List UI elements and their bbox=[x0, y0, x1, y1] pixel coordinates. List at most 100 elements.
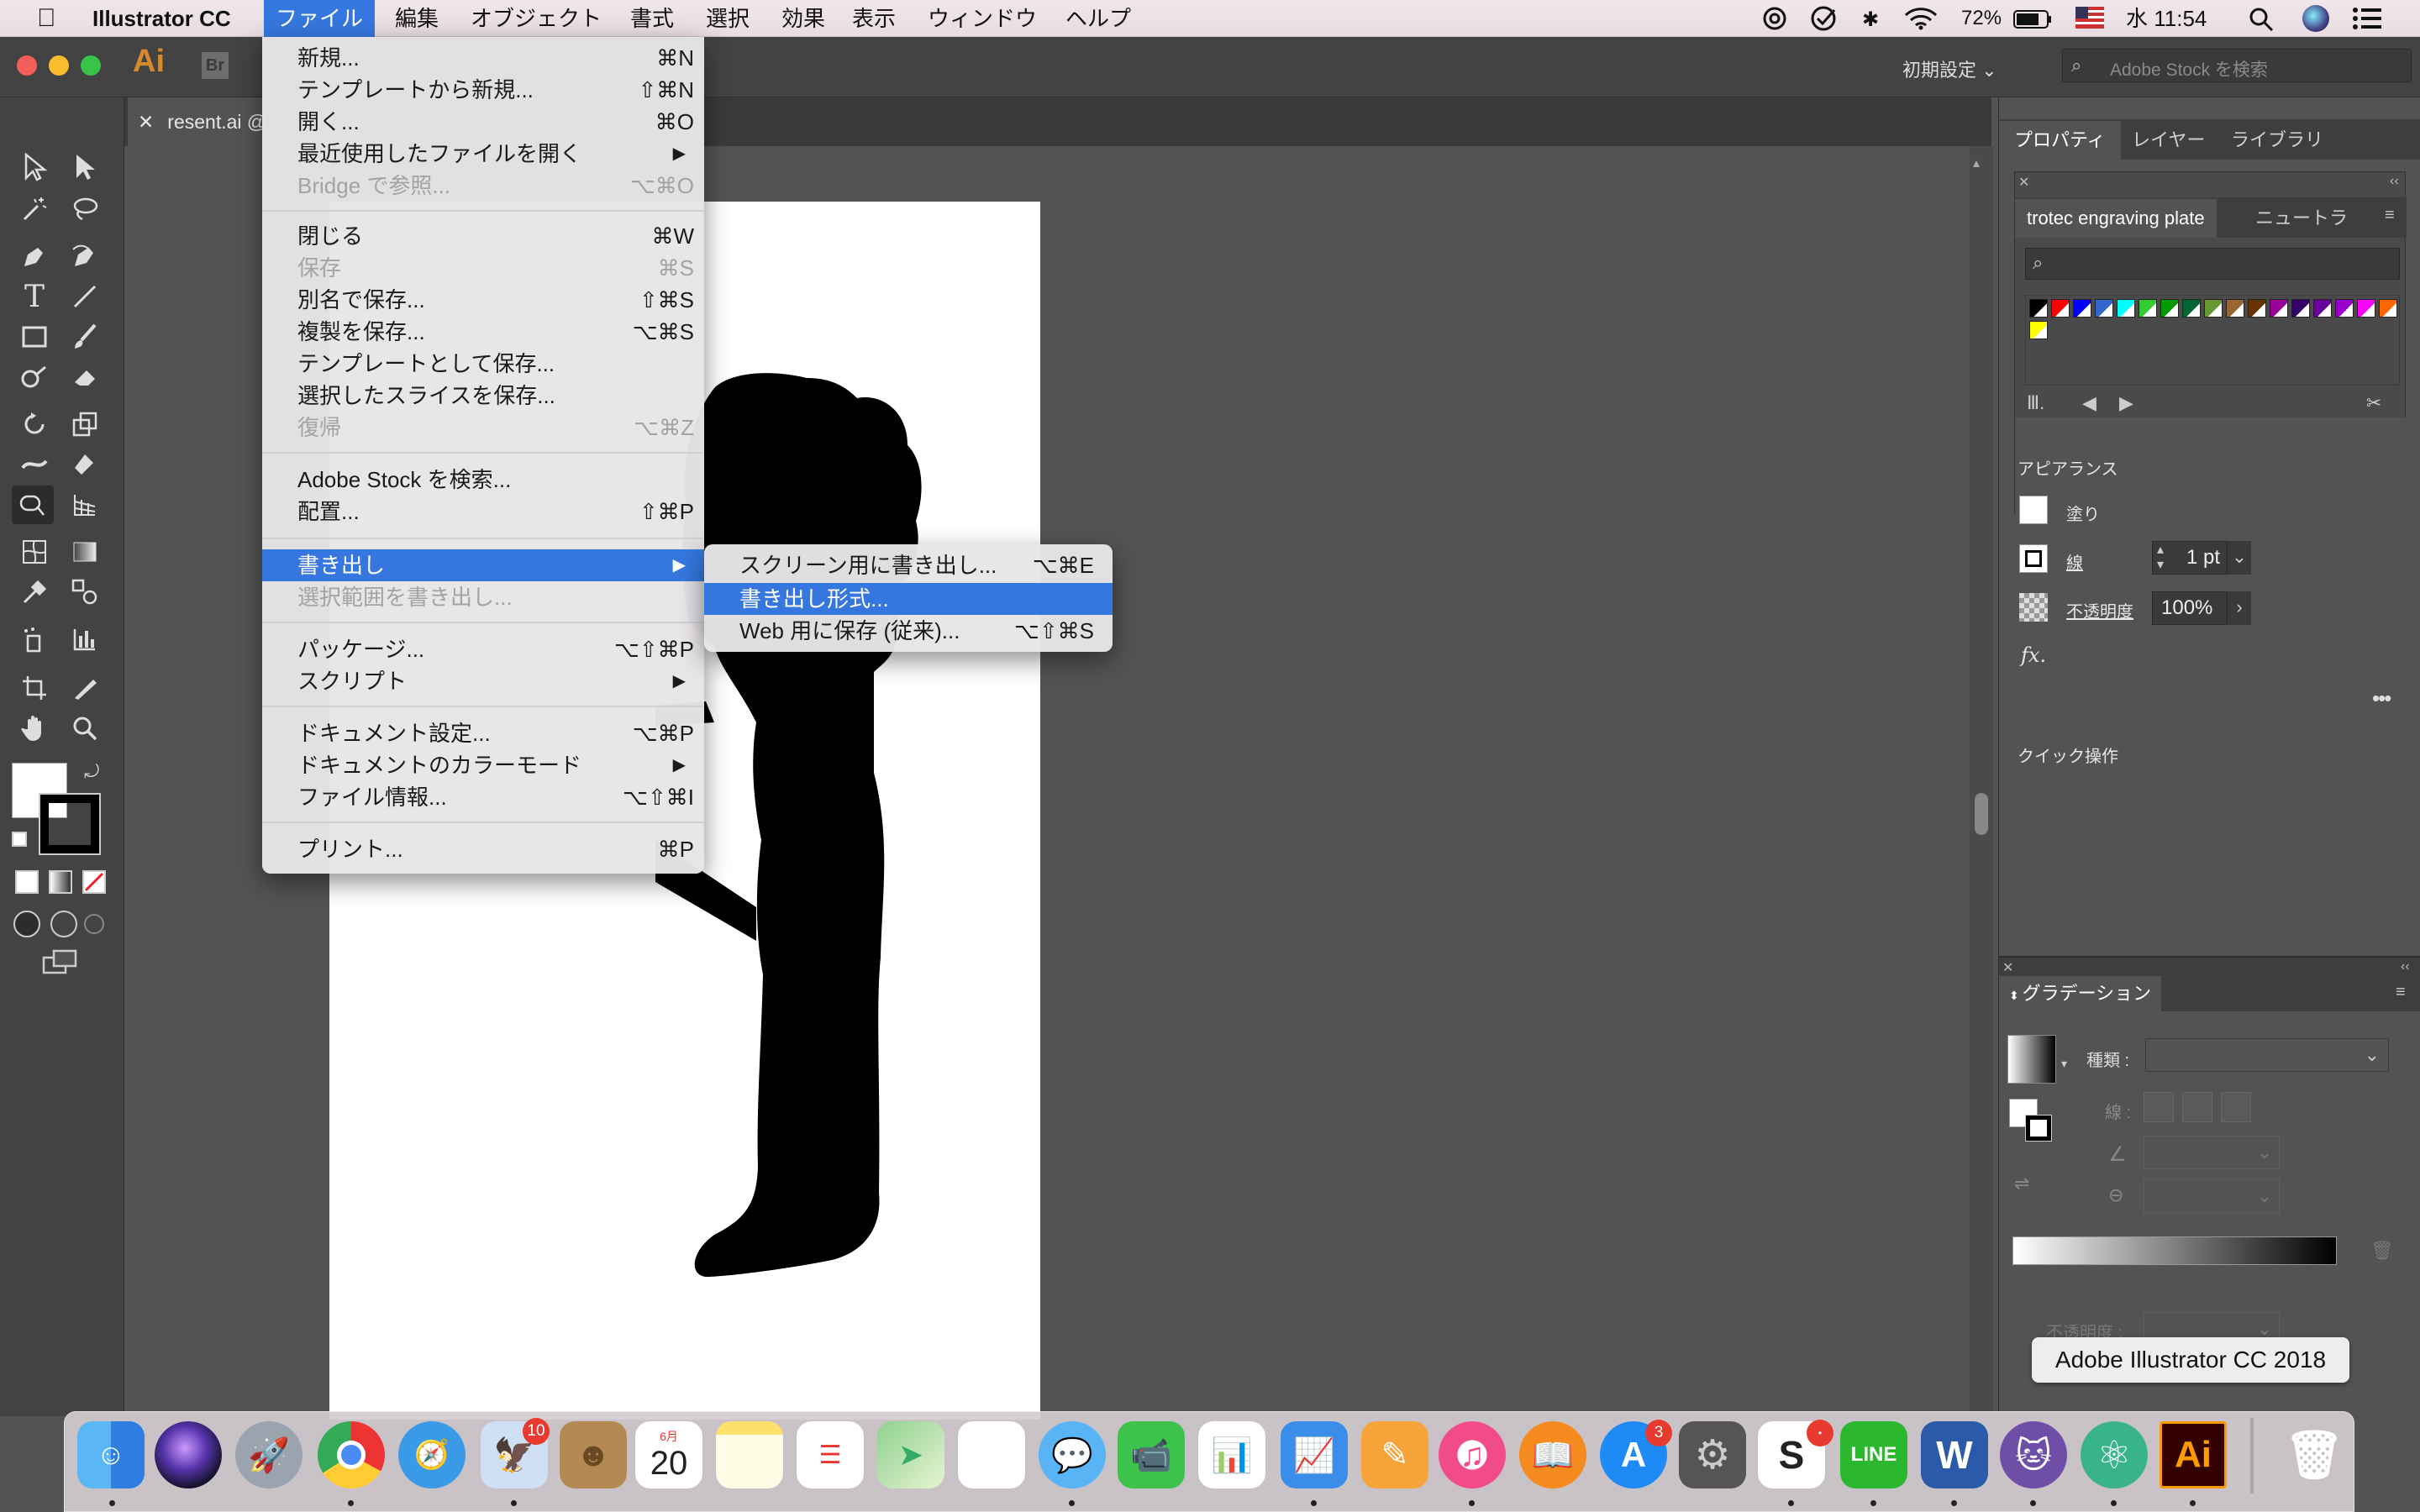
menu-object[interactable]: オブジェクト bbox=[459, 0, 613, 37]
menu-item-scripts[interactable]: スクリプト ▶ bbox=[262, 665, 704, 697]
tab-trotec-swatches[interactable]: trotec engraving plate bbox=[2015, 199, 2217, 238]
calendar-icon[interactable]: 6月 20 bbox=[635, 1421, 702, 1488]
rectangle-tool-icon[interactable] bbox=[15, 318, 54, 356]
color-swatch[interactable] bbox=[2029, 299, 2048, 318]
numbers-icon[interactable]: 📊 bbox=[1198, 1421, 1265, 1488]
document-tab[interactable]: ✕ resent.ai @ bbox=[128, 97, 271, 146]
system-preferences-icon[interactable]: ⚙ bbox=[1679, 1421, 1746, 1488]
menu-item-save-as-template[interactable]: テンプレートとして保存... bbox=[262, 348, 704, 380]
menu-item-save-selected-slices[interactable]: 選択したスライスを保存... bbox=[262, 380, 704, 412]
color-swatch[interactable] bbox=[2182, 299, 2201, 318]
notification-center-icon[interactable] bbox=[2353, 7, 2381, 30]
menu-item-search-adobe-stock[interactable]: Adobe Stock を検索... bbox=[262, 464, 704, 496]
stroke-within-icon[interactable] bbox=[2144, 1092, 2174, 1122]
scroll-thumb[interactable] bbox=[1975, 793, 1988, 835]
color-swatch[interactable] bbox=[2095, 299, 2113, 318]
gradient-stroke-swatch[interactable] bbox=[2025, 1115, 2052, 1142]
fill-swatch[interactable] bbox=[2019, 496, 2048, 524]
siri-icon[interactable] bbox=[2302, 5, 2329, 32]
menu-file[interactable]: ファイル bbox=[264, 0, 376, 37]
selection-tool-icon[interactable] bbox=[15, 148, 54, 186]
color-swatch[interactable] bbox=[2270, 299, 2288, 318]
curvature-tool-icon[interactable] bbox=[66, 237, 104, 276]
fill-label[interactable]: 塗り bbox=[2066, 501, 2100, 525]
direct-selection-tool-icon[interactable] bbox=[66, 148, 104, 186]
menu-item-print[interactable]: プリント... ⌘P bbox=[262, 833, 704, 865]
collapse-panel-icon[interactable]: ‹‹ bbox=[2390, 174, 2399, 189]
siri-dock-icon[interactable] bbox=[155, 1421, 222, 1488]
flag-icon[interactable] bbox=[2075, 7, 2104, 29]
menu-item-save-copy[interactable]: 複製を保存... ⌥⌘S bbox=[262, 316, 704, 348]
gradient-slider[interactable] bbox=[2012, 1236, 2337, 1265]
color-swatch[interactable] bbox=[2051, 299, 2070, 318]
next-swatch-library-icon[interactable]: ▶ bbox=[2119, 392, 2133, 414]
music-icon[interactable]: ♫ bbox=[1439, 1421, 1506, 1488]
color-swatch[interactable] bbox=[2117, 299, 2135, 318]
battery-icon[interactable] bbox=[2013, 10, 2052, 29]
wifi-icon[interactable] bbox=[1904, 7, 1938, 30]
color-mode-button[interactable] bbox=[15, 870, 39, 894]
window-close-button[interactable] bbox=[17, 55, 37, 76]
zoom-tool-icon[interactable] bbox=[66, 709, 104, 748]
delete-stop-icon[interactable]: 🗑 bbox=[2370, 1240, 2394, 1262]
eraser-tool-icon[interactable] bbox=[66, 358, 104, 396]
reverse-gradient-icon[interactable]: ⇌ bbox=[2014, 1173, 2029, 1194]
effects-button[interactable]: fx. bbox=[2021, 643, 2046, 667]
window-minimize-button[interactable] bbox=[49, 55, 69, 76]
more-options-icon[interactable]: ••• bbox=[2372, 685, 2391, 711]
draw-behind-icon[interactable] bbox=[50, 911, 77, 937]
panel-menu-icon[interactable]: ≡ bbox=[2385, 206, 2395, 225]
perspective-grid-tool-icon[interactable] bbox=[66, 486, 104, 524]
color-swatch[interactable] bbox=[2379, 299, 2397, 318]
color-swatch[interactable] bbox=[2248, 299, 2266, 318]
swatch-search-field[interactable]: ⌕ bbox=[2025, 248, 2400, 280]
opacity-input[interactable]: 100% bbox=[2152, 591, 2228, 625]
notes-icon[interactable] bbox=[716, 1421, 783, 1488]
photos-icon[interactable]: ✿ bbox=[958, 1421, 1025, 1488]
eyedropper-tool-icon[interactable] bbox=[15, 573, 54, 612]
line-icon[interactable]: LINE bbox=[1840, 1421, 1907, 1488]
github-desktop-icon[interactable]: 🐱 bbox=[2000, 1421, 2067, 1488]
hand-tool-icon[interactable] bbox=[15, 709, 54, 748]
paintbrush-tool-icon[interactable] bbox=[66, 318, 104, 356]
creative-cloud-icon[interactable] bbox=[1760, 7, 1790, 30]
stroke-weight-stepper-icon[interactable]: ▴ ▾ bbox=[2157, 543, 2164, 573]
default-fill-stroke-icon[interactable] bbox=[12, 832, 27, 847]
gradient-preview-swatch[interactable] bbox=[2007, 1035, 2056, 1084]
menu-edit[interactable]: 編集 bbox=[383, 0, 450, 37]
app-name-menu[interactable]: Illustrator CC bbox=[81, 0, 243, 37]
menu-window[interactable]: ウィンドウ bbox=[916, 0, 1049, 37]
pen-tool-icon[interactable] bbox=[15, 237, 54, 276]
menu-item-new[interactable]: 新規... ⌘N bbox=[262, 42, 704, 74]
menu-item-package[interactable]: パッケージ... ⌥⇧⌘P bbox=[262, 633, 704, 665]
menu-type[interactable]: 書式 bbox=[618, 0, 686, 37]
menu-item-open-recent[interactable]: 最近使用したファイルを開く ▶ bbox=[262, 138, 704, 170]
tab-libraries[interactable]: ライブラリ bbox=[2216, 121, 2338, 160]
stroke-weight-dropdown-icon[interactable]: ⌄ bbox=[2228, 541, 2251, 575]
opacity-label[interactable]: 不透明度 bbox=[2066, 598, 2133, 622]
gradient-type-select[interactable]: ⌄ bbox=[2145, 1038, 2389, 1072]
rotate-tool-icon[interactable] bbox=[15, 405, 54, 444]
stroke-swatch[interactable] bbox=[2019, 544, 2048, 573]
tab-neutral-swatches[interactable]: ニュートラ bbox=[2244, 199, 2360, 238]
reminders-icon[interactable]: ☰ bbox=[797, 1421, 864, 1488]
mesh-tool-icon[interactable] bbox=[15, 533, 54, 571]
swatch-tools-icon[interactable]: ✂ bbox=[2366, 392, 2381, 414]
draw-inside-icon[interactable] bbox=[84, 914, 104, 934]
scroll-up-icon[interactable]: ▴ bbox=[1973, 155, 1980, 171]
launchpad-icon[interactable]: 🚀 bbox=[235, 1421, 302, 1488]
color-swatch[interactable] bbox=[2204, 299, 2223, 318]
type-tool-icon[interactable]: T bbox=[15, 277, 54, 316]
lasso-tool-icon[interactable] bbox=[66, 190, 104, 228]
symbol-sprayer-tool-icon[interactable] bbox=[15, 620, 54, 659]
panel-menu-icon[interactable]: ≡ bbox=[2396, 983, 2406, 1002]
contacts-icon[interactable]: ☻ bbox=[560, 1421, 627, 1488]
collapse-panel-icon[interactable]: ‹‹ bbox=[2401, 959, 2410, 974]
menu-item-export[interactable]: 書き出し ▶ bbox=[262, 549, 704, 581]
color-swatch[interactable] bbox=[2073, 299, 2091, 318]
workspace-switcher[interactable]: 初期設定 ⌄ bbox=[1902, 55, 2020, 82]
color-swatch[interactable] bbox=[2029, 321, 2048, 339]
books-icon[interactable]: 📖 bbox=[1519, 1421, 1586, 1488]
swatch-libraries-icon[interactable]: Ⅲ. bbox=[2027, 392, 2044, 414]
close-tab-icon[interactable]: ✕ bbox=[138, 111, 154, 133]
